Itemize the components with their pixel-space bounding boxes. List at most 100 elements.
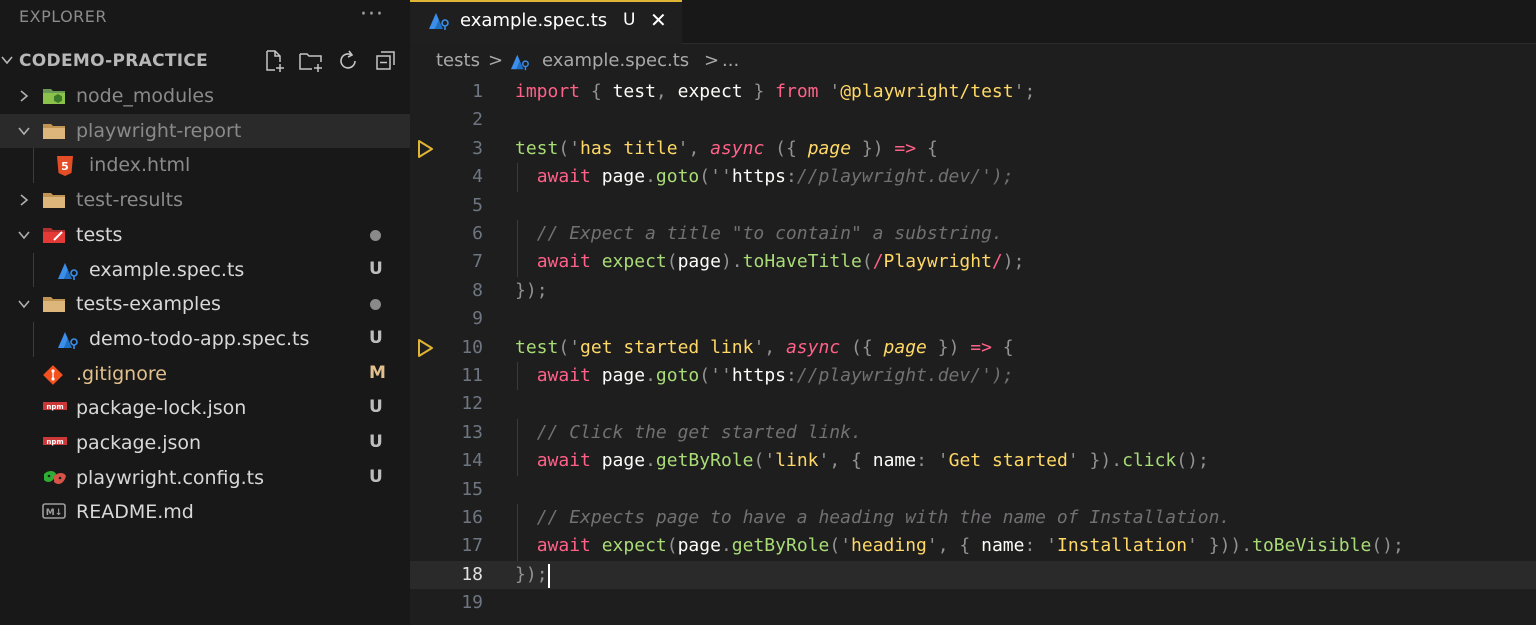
tree-item-label: test-results bbox=[76, 189, 183, 212]
modified-dot-icon bbox=[370, 229, 381, 241]
code-line[interactable]: 12 bbox=[410, 390, 1536, 418]
svg-text:npm: npm bbox=[46, 438, 63, 446]
code-text: await page.goto(''https://playwright.dev… bbox=[536, 166, 1014, 188]
tree-item-tests[interactable]: tests bbox=[0, 218, 410, 252]
code-line[interactable]: 9 bbox=[410, 305, 1536, 333]
breadcrumb-file[interactable]: example.spec.ts bbox=[542, 50, 689, 71]
code-text: await page.getByRole('link', { name: 'Ge… bbox=[536, 450, 1209, 472]
breadcrumb-more[interactable]: ... bbox=[722, 50, 739, 71]
code-line[interactable]: 13 // Click the get started link. bbox=[410, 418, 1536, 448]
project-section-header[interactable]: CODEMO-PRACTICE bbox=[0, 44, 410, 78]
code-line[interactable]: 7 await expect(page).toHaveTitle(/Playwr… bbox=[410, 248, 1536, 277]
indent-guide bbox=[33, 148, 34, 184]
project-title: CODEMO-PRACTICE bbox=[19, 51, 209, 71]
tree-item-gitignore[interactable]: .gitignore M bbox=[0, 357, 410, 391]
tree-item-index-html[interactable]: 5 index.html bbox=[0, 148, 410, 184]
line-number: 11 bbox=[461, 365, 483, 386]
code-text: // Click the get started link. bbox=[536, 421, 862, 443]
text-cursor bbox=[548, 564, 550, 588]
git-status-badge: U bbox=[369, 397, 383, 418]
tab-bar-empty bbox=[682, 0, 1536, 44]
more-actions-icon[interactable]: ··· bbox=[360, 2, 384, 27]
tree-item-test-results[interactable]: test-results bbox=[0, 183, 410, 217]
tree-item-tests-examples[interactable]: tests-examples bbox=[0, 287, 410, 321]
npm-icon: npm bbox=[42, 398, 68, 417]
code-line[interactable]: 19 bbox=[410, 589, 1536, 617]
code-line[interactable]: 11 await page.goto(''https://playwright.… bbox=[410, 362, 1536, 391]
line-number: 5 bbox=[472, 194, 483, 216]
tree-item-demo-todo-app-spec-ts[interactable]: demo-todo-app.spec.ts U bbox=[0, 321, 410, 357]
collapse-all-icon[interactable] bbox=[374, 49, 398, 73]
editor-area: example.spec.ts U ✕ tests > example.spec… bbox=[410, 0, 1536, 625]
line-number: 2 bbox=[472, 109, 483, 131]
tree-item-label: node_modules bbox=[76, 85, 215, 107]
line-number: 7 bbox=[472, 251, 483, 273]
code-line[interactable]: 14 await page.getByRole('link', { name: … bbox=[410, 447, 1536, 476]
code-line[interactable]: 16 // Expects page to have a heading wit… bbox=[410, 504, 1536, 533]
tree-item-label: README.md bbox=[76, 501, 194, 524]
git-status-badge: U bbox=[369, 258, 383, 279]
line-number: 16 bbox=[461, 507, 483, 528]
code-line[interactable]: 4 await page.goto(''https://playwright.d… bbox=[410, 163, 1536, 192]
code-text: import { test, expect } from '@playwrigh… bbox=[515, 81, 1036, 102]
breadcrumb-separator: > bbox=[488, 50, 504, 71]
tests-folder-icon bbox=[42, 225, 66, 249]
tree-item-label: tests bbox=[76, 223, 123, 246]
modified-dot-icon bbox=[370, 299, 381, 311]
tree-item-playwright-report[interactable]: playwright-report bbox=[0, 113, 410, 148]
markdown-icon: M↓ bbox=[42, 502, 66, 524]
chevron-down-icon[interactable] bbox=[17, 227, 31, 246]
indent-guide bbox=[33, 252, 34, 288]
line-number: 18 bbox=[461, 563, 483, 585]
tree-item-label: .gitignore bbox=[76, 362, 167, 385]
code-line[interactable]: 5 bbox=[410, 192, 1536, 220]
code-line[interactable]: 6 // Expect a title "to contain" a subst… bbox=[410, 220, 1536, 249]
line-number: 10 bbox=[461, 336, 483, 358]
svg-text:npm: npm bbox=[46, 403, 63, 411]
breadcrumb-folder[interactable]: tests bbox=[436, 50, 480, 71]
code-line[interactable]: 17 await expect(page.getByRole('heading'… bbox=[410, 532, 1536, 561]
tree-item-readme-md[interactable]: M↓ README.md bbox=[0, 495, 410, 529]
line-number: 14 bbox=[461, 450, 483, 472]
line-number: 3 bbox=[472, 137, 483, 159]
code-line[interactable]: 18}); bbox=[410, 560, 1536, 590]
tree-item-package-json[interactable]: npm package.json U bbox=[0, 426, 410, 460]
folder-icon bbox=[42, 121, 66, 145]
git-icon bbox=[42, 364, 64, 390]
chevron-down-icon bbox=[0, 52, 14, 71]
tree-item-package-lock-json[interactable]: npm package-lock.json U bbox=[0, 391, 410, 425]
line-number: 15 bbox=[461, 478, 483, 500]
code-line[interactable]: 1 import { test, expect } from '@playwrig… bbox=[410, 78, 1536, 106]
breadcrumb-separator: > bbox=[704, 50, 720, 71]
chevron-down-icon[interactable] bbox=[17, 123, 31, 142]
tree-item-node-modules[interactable]: node_modules bbox=[0, 79, 410, 113]
explorer-sidebar: EXPLORER ··· CODEMO-PRACTICE node_module… bbox=[0, 0, 410, 625]
git-status-badge: U bbox=[369, 432, 383, 452]
chevron-right-icon[interactable] bbox=[17, 192, 31, 211]
indent-guide bbox=[33, 321, 34, 357]
code-text: test('get started link', async ({ page }… bbox=[515, 336, 1014, 358]
line-number: 12 bbox=[461, 393, 483, 415]
code-line[interactable]: 15 bbox=[410, 476, 1536, 504]
close-icon[interactable]: ✕ bbox=[650, 8, 667, 32]
refresh-icon[interactable] bbox=[336, 49, 360, 73]
tab-example-spec[interactable]: example.spec.ts U ✕ bbox=[410, 0, 682, 44]
tree-item-label: tests-examples bbox=[76, 293, 221, 316]
code-line[interactable]: 8}); bbox=[410, 277, 1536, 305]
playwright-config-icon bbox=[42, 468, 68, 494]
playwright-test-icon bbox=[508, 52, 532, 77]
chevron-down-icon[interactable] bbox=[17, 296, 31, 315]
tree-item-example-spec-ts[interactable]: example.spec.ts U bbox=[0, 252, 410, 288]
line-number: 6 bbox=[472, 223, 483, 244]
svg-text:M↓: M↓ bbox=[46, 508, 63, 518]
code-text: }); bbox=[515, 563, 548, 585]
code-line[interactable]: 10 test('get started link', async ({ page… bbox=[410, 334, 1536, 362]
code-text: await expect(page).toHaveTitle(/Playwrig… bbox=[536, 251, 1025, 273]
chevron-right-icon[interactable] bbox=[17, 88, 31, 107]
tree-item-label: example.spec.ts bbox=[89, 258, 245, 281]
tree-item-playwright-config-ts[interactable]: playwright.config.ts U bbox=[0, 461, 410, 495]
code-line[interactable]: 2 bbox=[410, 106, 1536, 134]
new-folder-icon[interactable] bbox=[298, 49, 322, 73]
code-line[interactable]: 3 test('has title', async ({ page }) => { bbox=[410, 135, 1536, 163]
new-file-icon[interactable] bbox=[262, 49, 286, 73]
